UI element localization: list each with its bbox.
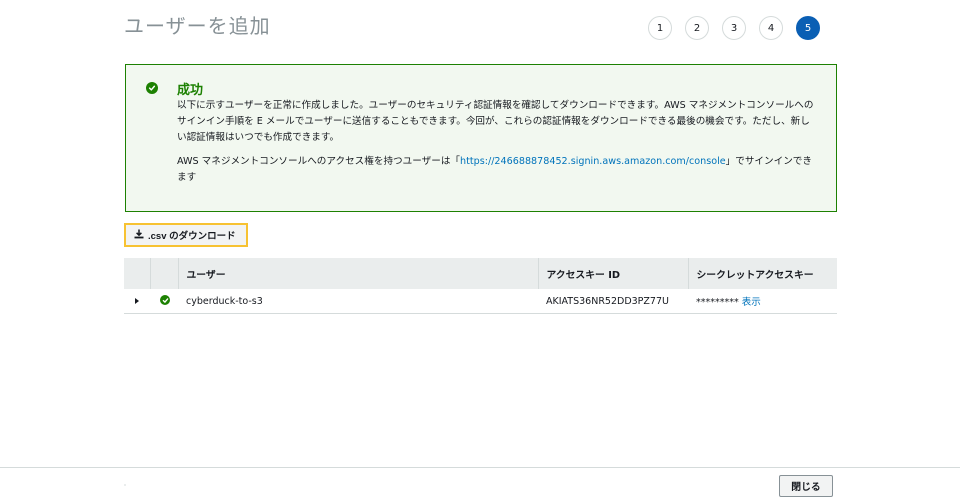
header-access-key: アクセスキー ID <box>538 258 689 289</box>
secret-access-key: ********* 表示 <box>688 289 837 314</box>
footer-divider <box>0 467 960 468</box>
header-status <box>150 258 179 289</box>
footer-marker <box>124 484 126 486</box>
table-header-row: ユーザー アクセスキー ID シークレットアクセスキー <box>124 258 837 289</box>
header-expand <box>124 258 151 289</box>
show-secret-link[interactable]: 表示 <box>742 297 761 308</box>
close-button[interactable]: 閉じる <box>779 475 833 497</box>
user-name: cyberduck-to-s3 <box>178 289 538 314</box>
step-3[interactable]: 3 <box>722 16 746 40</box>
row-status <box>150 289 178 314</box>
page-title: ユーザーを追加 <box>124 14 271 38</box>
success-message: 以下に示すユーザーを正常に作成しました。ユーザーのセキュリティ認証情報を確認して… <box>177 98 817 186</box>
check-circle-icon <box>160 295 170 306</box>
add-user-page: ユーザーを追加 1 2 3 4 5 成功 以下に示すユーザーを正常に作成しました… <box>0 0 960 502</box>
step-indicator: 1 2 3 4 5 <box>648 16 820 40</box>
download-csv-button[interactable]: .csv のダウンロード <box>124 223 248 247</box>
header-secret-key: シークレットアクセスキー <box>688 258 837 289</box>
check-circle-icon <box>146 82 158 94</box>
success-message-2: AWS マネジメントコンソールへのアクセス権を持つユーザーは「https://2… <box>177 154 817 186</box>
success-alert: 成功 以下に示すユーザーを正常に作成しました。ユーザーのセキュリティ認証情報を確… <box>125 64 837 212</box>
success-title: 成功 <box>177 83 204 98</box>
step-2[interactable]: 2 <box>685 16 709 40</box>
table-row: cyberduck-to-s3 AKIATS36NR52DD3PZ77U ***… <box>124 289 837 314</box>
caret-right-icon <box>135 297 139 304</box>
access-key-id: AKIATS36NR52DD3PZ77U <box>538 289 688 314</box>
secret-masked: ********* <box>696 297 739 308</box>
step-1[interactable]: 1 <box>648 16 672 40</box>
download-icon <box>134 229 144 242</box>
step-4[interactable]: 4 <box>759 16 783 40</box>
expand-row-toggle[interactable] <box>124 289 150 314</box>
signin-text-prefix: AWS マネジメントコンソールへのアクセス権を持つユーザーは「 <box>177 156 461 167</box>
download-csv-label: .csv のダウンロード <box>148 231 236 242</box>
credentials-table: ユーザー アクセスキー ID シークレットアクセスキー cyberduck-to… <box>124 258 837 314</box>
success-message-1: 以下に示すユーザーを正常に作成しました。ユーザーのセキュリティ認証情報を確認して… <box>177 100 814 143</box>
console-signin-link[interactable]: https://246688878452.signin.aws.amazon.c… <box>460 156 726 167</box>
step-5: 5 <box>796 16 820 40</box>
header-user: ユーザー <box>178 258 539 289</box>
